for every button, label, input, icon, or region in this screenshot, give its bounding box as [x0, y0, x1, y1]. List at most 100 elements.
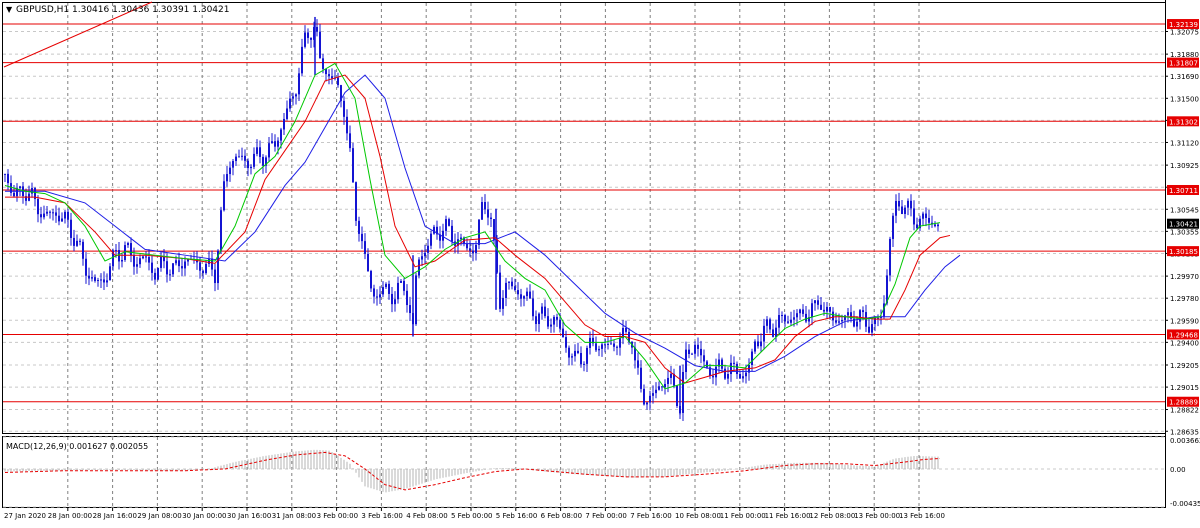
candle-body — [769, 319, 771, 330]
candle-body — [433, 226, 435, 234]
candle-body — [712, 375, 714, 378]
candle-body — [832, 311, 834, 321]
candle-body — [148, 257, 150, 263]
candle-body — [598, 348, 600, 351]
candle-body — [343, 100, 345, 117]
time-tick-label: 7 Feb 16:00 — [630, 512, 671, 520]
price-level-label[interactable]: 1.29468 — [1169, 331, 1198, 339]
candle-body — [172, 263, 174, 275]
candle-body — [259, 147, 261, 157]
candle-body — [928, 217, 930, 223]
candle-body — [118, 250, 120, 262]
menu-arrow-icon[interactable]: ▼ — [6, 5, 13, 14]
candle-body — [847, 312, 849, 316]
price-level-label[interactable]: 1.30185 — [1169, 248, 1198, 256]
candle-body — [907, 200, 909, 208]
candle-body — [472, 250, 474, 254]
candle-body — [910, 200, 912, 209]
candle-body — [304, 32, 306, 47]
candle-body — [667, 377, 669, 384]
candle-body — [175, 260, 177, 264]
candle-body — [526, 291, 528, 297]
candle-body — [607, 343, 609, 345]
time-tick-label: 12 Feb 08:00 — [809, 512, 855, 520]
time-tick-label: 31 Jan 08:00 — [272, 512, 316, 520]
candle-body — [889, 238, 891, 276]
candle-body — [445, 219, 447, 231]
candle-body — [382, 287, 384, 295]
candle-body — [913, 208, 915, 225]
candle-body — [757, 341, 759, 347]
candle-body — [583, 363, 585, 365]
candle-body — [796, 313, 798, 318]
candle-body — [364, 241, 366, 254]
candle-body — [241, 155, 243, 157]
candle-body — [208, 258, 210, 264]
price-level-label[interactable]: 1.30711 — [1169, 187, 1198, 195]
candle-body — [247, 160, 249, 169]
chart-canvas[interactable]: 1.320751.318801.316901.315001.313101.311… — [0, 0, 1200, 524]
candle-body — [643, 388, 645, 405]
candle-body — [268, 143, 270, 158]
trading-chart-window: 1.320751.318801.316901.315001.313101.311… — [0, 0, 1200, 524]
candle-body — [805, 313, 807, 322]
candle-body — [736, 363, 738, 375]
candle-body — [778, 315, 780, 328]
candle-body — [223, 181, 225, 211]
candle-body — [379, 294, 381, 298]
candle-body — [745, 372, 747, 377]
time-tick-label: 30 Jan 16:00 — [227, 512, 271, 520]
chart-header: ▼ GBPUSD,H1 1.30416 1.30436 1.30391 1.30… — [6, 5, 229, 15]
price-level-label[interactable]: 1.32139 — [1169, 21, 1198, 29]
candle-body — [4, 173, 6, 175]
macd-tick-label: 0.003662 — [1170, 437, 1200, 445]
price-level-label[interactable]: 1.31302 — [1169, 118, 1198, 126]
candle-body — [484, 202, 486, 210]
candle-body — [793, 317, 795, 320]
macd-tick-label: 0.00 — [1170, 466, 1186, 474]
candle-body — [19, 186, 21, 189]
candle-body — [319, 31, 321, 59]
price-level-label[interactable]: 1.28889 — [1169, 399, 1198, 407]
candle-body — [331, 76, 333, 79]
candle-body — [298, 73, 300, 95]
candle-body — [802, 309, 804, 314]
candle-body — [676, 385, 678, 406]
candle-body — [715, 366, 717, 378]
candle-body — [274, 141, 276, 147]
candle-body — [898, 200, 900, 207]
candle-body — [568, 347, 570, 358]
candle-body — [64, 211, 66, 219]
candle-body — [289, 98, 291, 109]
candle-body — [232, 161, 234, 168]
candle-body — [517, 290, 519, 295]
candle-body — [556, 316, 558, 320]
candle-body — [670, 373, 672, 378]
candle-body — [214, 269, 216, 284]
candle-body — [580, 352, 582, 365]
candle-body — [109, 266, 111, 281]
candle-body — [682, 371, 684, 413]
candle-body — [814, 300, 816, 304]
candle-body — [574, 350, 576, 357]
candle-body — [127, 243, 129, 246]
candle-body — [280, 129, 282, 141]
price-level-label[interactable]: 1.31807 — [1169, 60, 1198, 68]
candle-body — [361, 233, 363, 242]
candle-body — [589, 337, 591, 348]
candle-body — [88, 275, 90, 279]
price-tick-label: 1.28635 — [1170, 428, 1199, 436]
candle-body — [577, 350, 579, 353]
candle-body — [862, 310, 864, 313]
candle-body — [178, 260, 180, 267]
candle-body — [271, 141, 273, 144]
candle-body — [619, 338, 621, 348]
candle-body — [220, 210, 222, 251]
candle-body — [430, 233, 432, 246]
candle-body — [604, 344, 606, 346]
candle-body — [655, 389, 657, 394]
candle-body — [694, 344, 696, 354]
candle-body — [466, 243, 468, 249]
candle-body — [163, 256, 165, 262]
price-tick-label: 1.29780 — [1170, 295, 1199, 303]
